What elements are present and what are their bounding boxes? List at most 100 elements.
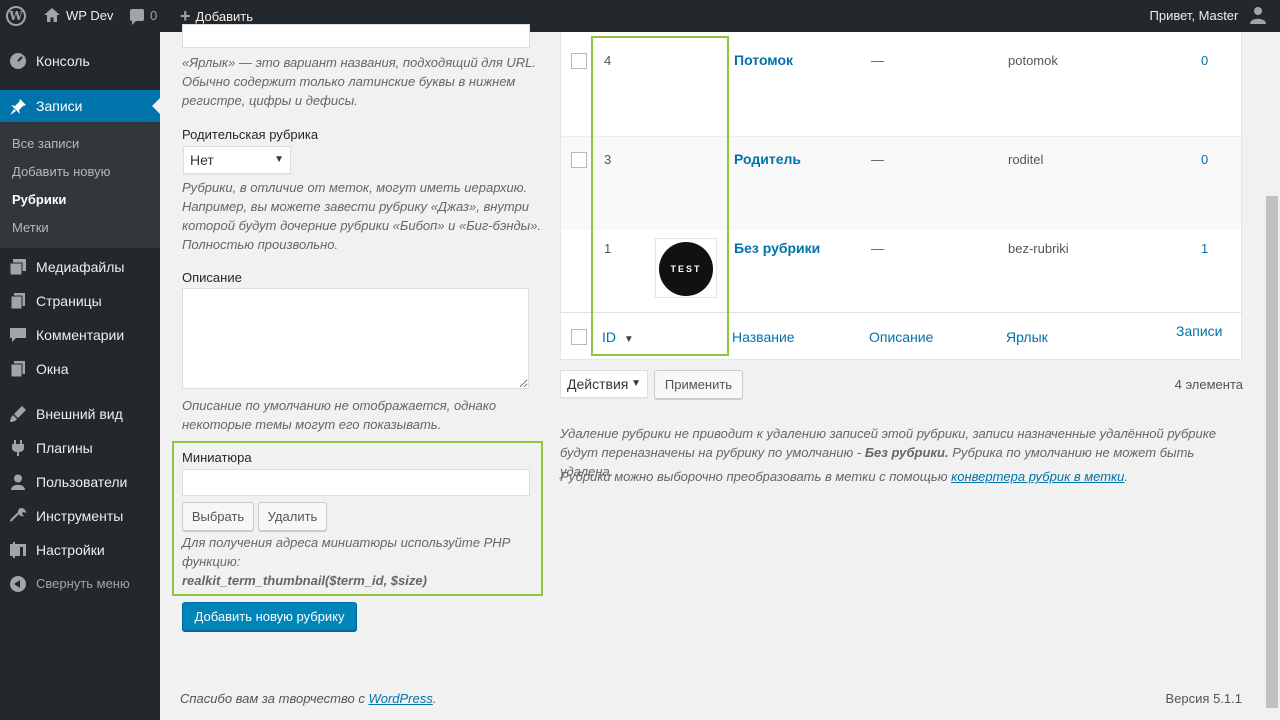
users-icon [11,474,25,490]
column-header-slug[interactable]: Ярлык [1006,329,1048,345]
menu-label: Консоль [36,53,90,69]
menu-label: Медиафайлы [36,259,125,275]
menu-item-tools[interactable]: Инструменты [0,499,160,533]
row-slug: potomok [1008,53,1058,68]
converter-link[interactable]: конвертера рубрик в метки [951,469,1124,484]
parent-desc-line: которой будут дочерние рубрики «Бибоп» и… [182,218,542,233]
slug-desc-line: «Ярлык» — это вариант названия, подходящ… [182,55,536,70]
comments-link[interactable]: 0 [130,0,157,32]
menu-item-console[interactable]: Консоль [0,44,160,78]
convert-note-text: Рубрики можно выборочно преобразовать в … [560,469,952,484]
menu-item-widgets[interactable]: Окна [0,352,160,386]
submenu-add-new[interactable]: Добавить новую [12,158,110,186]
category-name-link[interactable]: Родитель [734,151,801,167]
row-description: — [871,53,884,68]
comments-icon [10,328,26,342]
submenu-categories[interactable]: Рубрики [12,186,66,214]
menu-item-plugins[interactable]: Плагины [0,431,160,465]
menu-item-users[interactable]: Пользователи [0,465,160,499]
wordpress-logo-icon[interactable]: W [6,0,30,32]
collapse-label: Свернуть меню [36,576,130,591]
posts-submenu: Все записи Добавить новую Рубрики Метки [0,122,160,248]
menu-item-settings[interactable]: Настройки [0,533,160,567]
row-checkbox[interactable] [571,53,587,69]
description-hint-line: Описание по умолчанию не отображается, о… [182,398,497,413]
thumbnail-url-input[interactable] [182,469,530,496]
category-name-link[interactable]: Без рубрики [734,240,820,256]
wordpress-link[interactable]: WordPress [368,691,432,706]
user-greeting[interactable]: Привет, Master [1150,0,1266,32]
choose-thumbnail-button[interactable]: Выбрать [182,502,254,531]
slug-input[interactable] [182,24,530,48]
menu-label: Настройки [36,542,105,558]
default-category-name: Без рубрики. [864,445,949,460]
row-slug: bez-rubriki [1008,241,1069,256]
description-textarea[interactable] [182,288,529,389]
footer-thanks-text: Спасибо вам за творчество с [180,691,369,706]
id-column-highlight-box [591,36,729,356]
admin-sidebar: Консоль Записи Все записи Добавить новую… [0,32,160,720]
menu-item-comments[interactable]: Комментарии [0,318,160,352]
footer-thanks-end: . [432,691,437,706]
description-label: Описание [182,270,242,285]
thumbnail-label: Миниатюра [182,450,252,465]
select-all-checkbox[interactable] [571,329,587,345]
site-name-link[interactable]: WP Dev [44,0,113,32]
apply-button[interactable]: Применить [654,370,743,399]
row-description: — [871,241,884,256]
column-header-posts[interactable]: Записи [1176,323,1222,339]
footer-thanks: Спасибо вам за творчество с WordPress. [180,691,436,706]
version-label: Версия 5.1.1 [1165,691,1242,706]
delete-note-line: Удаление рубрики не приводит к удалению … [560,426,1217,441]
column-header-name[interactable]: Название [732,329,795,345]
appearance-icon [10,406,26,422]
column-header-description[interactable]: Описание [869,329,933,345]
parent-desc-line: Рубрики, в отличие от меток, могут иметь… [182,180,528,195]
dashboard-icon [10,53,26,69]
submenu-all-posts[interactable]: Все записи [12,130,79,158]
comments-count: 0 [150,8,158,23]
slug-description: «Ярлык» — это вариант названия, подходящ… [182,53,542,110]
row-count-link[interactable]: 0 [1201,53,1208,68]
bulk-actions-select[interactable]: Действия ▼ [560,370,648,398]
chevron-down-icon: ▼ [631,378,641,389]
home-icon [44,8,60,22]
chevron-down-icon: ▼ [274,154,284,165]
user-avatar-icon [1250,7,1266,24]
row-checkbox[interactable] [571,152,587,168]
parent-category-select[interactable]: Нет ▼ [183,146,291,174]
thumbnail-hint: Для получения адреса миниатюры используй… [182,533,537,590]
submenu-tags[interactable]: Метки [12,214,49,242]
category-name-link[interactable]: Потомок [734,52,793,68]
pin-icon [10,99,26,115]
description-hint-line: некоторые темы могут его показывать. [182,417,442,432]
menu-label: Пользователи [36,474,128,490]
collapse-menu-button[interactable]: Свернуть меню [0,567,160,601]
tools-icon [10,508,26,522]
menu-label: Плагины [36,440,93,456]
collapse-arrow-icon [10,576,26,592]
menu-item-appearance[interactable]: Внешний вид [0,397,160,431]
convert-note: Рубрики можно выборочно преобразовать в … [560,467,1250,486]
pages-icon [10,293,25,309]
menu-label: Комментарии [36,327,125,343]
menu-item-media[interactable]: Медиафайлы [0,250,160,284]
items-count: 4 элемента [1174,377,1243,392]
bulk-actions-value: Действия [567,376,629,392]
row-count-link[interactable]: 1 [1201,241,1208,256]
remove-thumbnail-button[interactable]: Удалить [258,502,327,531]
row-count-link[interactable]: 0 [1201,152,1208,167]
comment-bubble-icon [130,9,144,25]
thumbnail-hint-line: функцию: [182,554,241,569]
delete-note-text: будут переназначены на рубрику по умолча… [560,445,865,460]
menu-item-pages[interactable]: Страницы [0,284,160,318]
add-category-button[interactable]: Добавить новую рубрику [182,602,357,631]
site-name-label: WP Dev [66,8,114,23]
description-hint: Описание по умолчанию не отображается, о… [182,396,542,434]
plugins-icon [12,440,24,456]
menu-label: Внешний вид [36,406,123,422]
page-scrollbar[interactable] [1264,32,1280,720]
menu-item-posts[interactable]: Записи [0,90,160,122]
scrollbar-thumb[interactable] [1266,196,1278,708]
menu-label: Окна [36,361,69,377]
